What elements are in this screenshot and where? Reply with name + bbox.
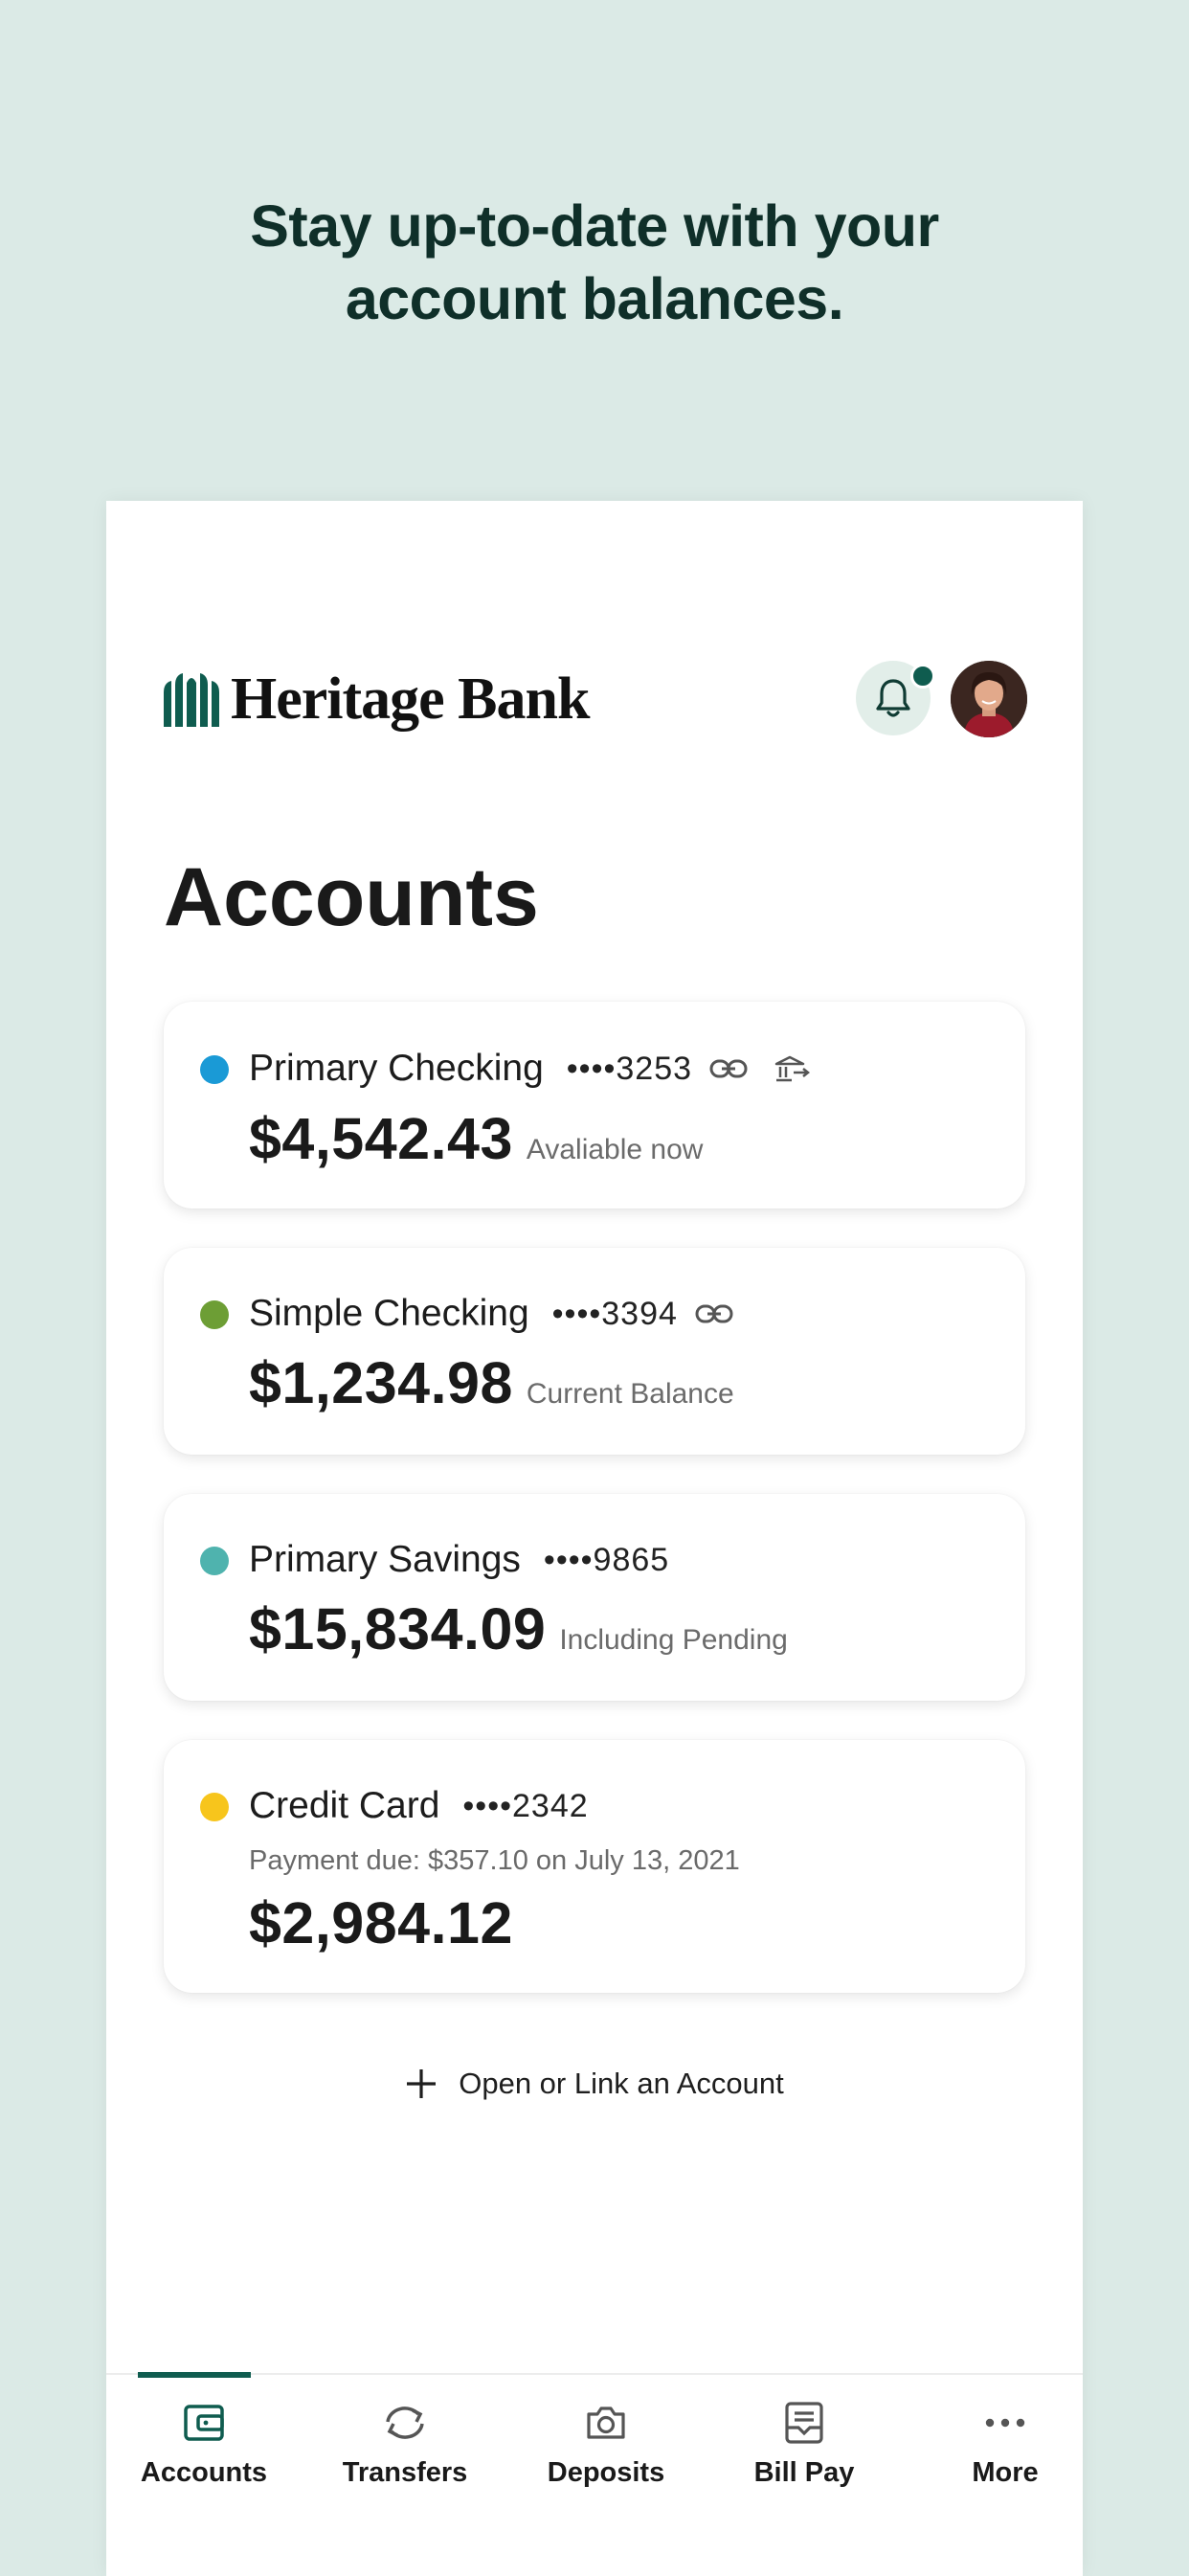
account-balance: $4,542.43 [249,1106,513,1171]
account-balance: $15,834.09 [249,1596,547,1661]
account-name: Primary Checking [249,1048,544,1089]
nav-tab-bill-pay[interactable]: Bill Pay [707,2375,902,2519]
bell-icon [876,679,910,717]
account-card-credit-card[interactable]: Credit Card ••••2342 Payment due: $357.1… [164,1740,1025,1993]
account-color-dot [200,1793,229,1821]
promo-line-2: account balances. [345,266,844,331]
account-header: Primary Checking ••••3253 [249,1048,811,1090]
balance-label: Avaliable now [526,1134,704,1165]
nav-label: Transfers [342,2457,468,2488]
balance-row: $15,834.09 Including Pending [249,1595,788,1662]
account-header: Simple Checking ••••3394 [249,1293,733,1335]
account-balance: $1,234.98 [249,1350,513,1415]
account-name: Primary Savings [249,1539,521,1580]
bank-transfer-icon [774,1054,811,1083]
account-header: Primary Savings ••••9865 [249,1539,669,1581]
account-card-simple-checking[interactable]: Simple Checking ••••3394 $1,234.98 Curre… [164,1248,1025,1455]
promo-headline: Stay up-to-date with your account balanc… [0,190,1189,335]
nav-label: More [972,2457,1039,2488]
account-number-mask: ••••9865 [543,1541,670,1578]
bill-icon [707,2394,902,2452]
account-card-primary-savings[interactable]: Primary Savings ••••9865 $15,834.09 Incl… [164,1494,1025,1701]
bottom-navigation: Accounts Transfers Deposits Bill Pay Mor [106,2372,1083,2576]
nav-tab-more[interactable]: More [908,2375,1103,2519]
more-dots-icon [908,2394,1103,2452]
page-title: Accounts [164,851,539,943]
balance-row: $1,234.98 Current Balance [249,1349,734,1416]
balance-row: $2,984.12 [249,1889,513,1956]
avatar-photo [951,661,1027,737]
nav-tab-deposits[interactable]: Deposits [508,2375,704,2519]
profile-avatar[interactable] [951,661,1027,737]
account-header: Credit Card ••••2342 [249,1785,589,1827]
camera-icon [508,2394,704,2452]
transfer-arrows-icon [307,2394,503,2452]
nav-label: Bill Pay [753,2457,855,2488]
account-name: Simple Checking [249,1293,529,1334]
nav-label: Accounts [140,2457,268,2488]
nav-tab-transfers[interactable]: Transfers [307,2375,503,2519]
account-name: Credit Card [249,1785,440,1826]
balance-label: Including Pending [559,1624,788,1656]
account-number-mask: ••••3253 [566,1050,693,1087]
open-link-label: Open or Link an Account [459,2067,784,2100]
account-card-primary-checking[interactable]: Primary Checking ••••3253 $4,542.43 Aval… [164,1002,1025,1209]
bank-name: Heritage Bank [231,667,590,732]
account-color-dot [200,1547,229,1575]
wallet-icon [106,2394,302,2452]
balance-label: Current Balance [526,1378,734,1410]
bank-logo[interactable]: Heritage Bank [162,666,590,734]
payment-due-text: Payment due: $357.10 on July 13, 2021 [249,1845,740,1876]
heritage-columns-logo-icon [164,672,219,727]
account-balance: $2,984.12 [249,1890,513,1955]
nav-label: Deposits [547,2457,665,2488]
account-color-dot [200,1300,229,1329]
account-number-mask: ••••2342 [462,1787,589,1824]
link-icon [695,1302,733,1325]
notification-badge [910,664,935,689]
account-number-mask: ••••3394 [551,1295,678,1332]
open-or-link-account-button[interactable]: Open or Link an Account [106,2067,1083,2101]
plus-icon [405,2068,437,2100]
nav-tab-accounts[interactable]: Accounts [106,2375,302,2519]
account-color-dot [200,1055,229,1084]
promo-line-1: Stay up-to-date with your [250,193,939,259]
phone-screen: Heritage Bank Accounts Primary Checking … [106,501,1083,2576]
link-icon [709,1057,748,1080]
balance-row: $4,542.43 Avaliable now [249,1105,703,1172]
